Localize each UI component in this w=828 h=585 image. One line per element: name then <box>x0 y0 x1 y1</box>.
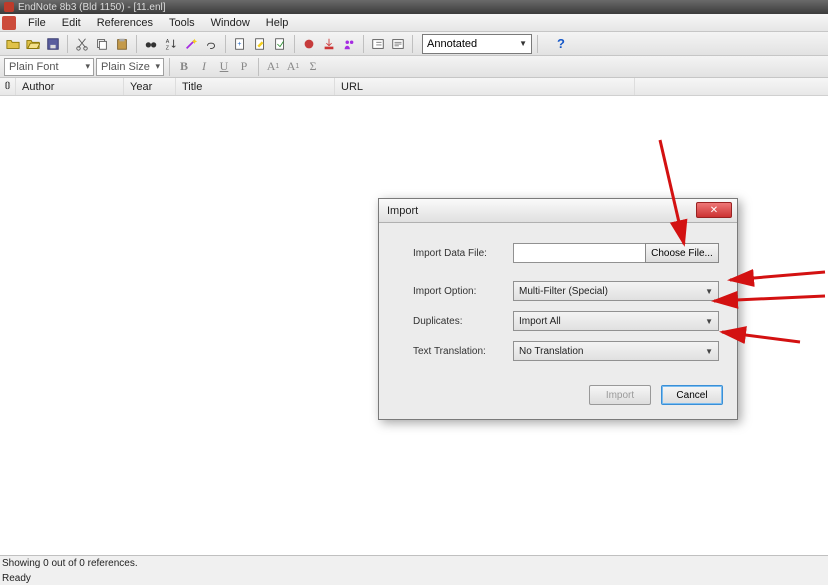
reference-list-header: 𝟘 Author Year Title URL <box>0 78 828 96</box>
cut-icon[interactable] <box>73 35 91 53</box>
open-icon[interactable] <box>24 35 42 53</box>
help-icon[interactable]: ? <box>553 36 569 52</box>
import-option-label: Import Option: <box>413 286 513 297</box>
format-bib-icon[interactable] <box>389 35 407 53</box>
cancel-button[interactable]: Cancel <box>661 385 723 405</box>
sep <box>136 35 137 53</box>
edit-ref-icon[interactable] <box>251 35 269 53</box>
duplicates-combo[interactable]: Import All <box>513 311 719 331</box>
superscript-button[interactable]: A1 <box>264 58 282 76</box>
font-family-value: Plain Font <box>9 61 59 73</box>
duplicates-label: Duplicates: <box>413 316 513 327</box>
sep <box>294 35 295 53</box>
doc-icon <box>2 16 16 30</box>
export-icon[interactable] <box>320 35 338 53</box>
font-size-combo[interactable]: Plain Size <box>96 58 164 76</box>
text-translation-combo[interactable]: No Translation <box>513 341 719 361</box>
import-data-file-label: Import Data File: <box>413 248 513 259</box>
sep <box>225 35 226 53</box>
menu-help[interactable]: Help <box>258 15 297 31</box>
sep <box>169 58 170 76</box>
col-attachment[interactable]: 𝟘 <box>0 78 16 95</box>
import-option-combo[interactable]: Multi-Filter (Special) <box>513 281 719 301</box>
import-button: Import <box>589 385 651 405</box>
symbol-button[interactable]: Σ <box>304 58 322 76</box>
insert-cite-icon[interactable] <box>369 35 387 53</box>
italic-button[interactable]: I <box>195 58 213 76</box>
font-family-combo[interactable]: Plain Font <box>4 58 94 76</box>
people-icon[interactable] <box>340 35 358 53</box>
col-url[interactable]: URL <box>335 78 635 95</box>
statusbar-refcount: Showing 0 out of 0 references. <box>0 555 828 571</box>
svg-text:A: A <box>166 39 170 45</box>
paste-icon[interactable] <box>113 35 131 53</box>
statusbar-ready: Ready <box>0 571 828 585</box>
col-author[interactable]: Author <box>16 78 124 95</box>
sep <box>67 35 68 53</box>
sort-az-icon[interactable]: AZ <box>162 35 180 53</box>
output-style-combo[interactable]: Annotated <box>422 34 532 54</box>
font-size-value: Plain Size <box>101 61 150 73</box>
output-style-value: Annotated <box>427 38 477 50</box>
window-title: EndNote 8b3 (Bld 1150) - [11.enl] <box>18 2 166 13</box>
sep <box>258 58 259 76</box>
menubar: File Edit References Tools Window Help <box>0 14 828 32</box>
binoculars-icon[interactable] <box>142 35 160 53</box>
col-title[interactable]: Title <box>176 78 335 95</box>
svg-text:+: + <box>237 40 241 47</box>
menu-edit[interactable]: Edit <box>54 15 89 31</box>
new-ref-icon[interactable]: + <box>231 35 249 53</box>
link-icon[interactable] <box>202 35 220 53</box>
dialog-titlebar[interactable]: Import ✕ <box>379 199 737 223</box>
menu-tools[interactable]: Tools <box>161 15 203 31</box>
format-toolbar: Plain Font Plain Size B I U P A1 A1 Σ <box>0 56 828 78</box>
text-translation-label: Text Translation: <box>413 346 513 357</box>
sep <box>537 35 538 53</box>
col-year[interactable]: Year <box>124 78 176 95</box>
sep <box>412 35 413 53</box>
close-icon[interactable]: ✕ <box>696 202 732 218</box>
style-icon[interactable] <box>300 35 318 53</box>
save-icon[interactable] <box>44 35 62 53</box>
text-translation-value: No Translation <box>519 346 583 357</box>
window-titlebar: EndNote 8b3 (Bld 1150) - [11.enl] <box>0 0 828 14</box>
bold-button[interactable]: B <box>175 58 193 76</box>
app-icon <box>4 2 14 12</box>
main-toolbar: AZ + Annotated ? <box>0 32 828 56</box>
wand-icon[interactable] <box>182 35 200 53</box>
new-folder-icon[interactable] <box>4 35 22 53</box>
menu-window[interactable]: Window <box>203 15 258 31</box>
subscript-button[interactable]: A1 <box>284 58 302 76</box>
copy-icon[interactable] <box>93 35 111 53</box>
import-data-file-input[interactable] <box>513 243 646 263</box>
import-dialog: Import ✕ Import Data File: Choose File..… <box>378 198 738 420</box>
menu-file[interactable]: File <box>20 15 54 31</box>
underline-button[interactable]: U <box>215 58 233 76</box>
choose-file-button[interactable]: Choose File... <box>645 243 719 263</box>
goto-ref-icon[interactable] <box>271 35 289 53</box>
sep <box>363 35 364 53</box>
dialog-title: Import <box>387 205 418 217</box>
import-option-value: Multi-Filter (Special) <box>519 286 608 297</box>
plain-button[interactable]: P <box>235 58 253 76</box>
svg-text:Z: Z <box>166 45 170 51</box>
menu-references[interactable]: References <box>89 15 161 31</box>
duplicates-value: Import All <box>519 316 561 327</box>
